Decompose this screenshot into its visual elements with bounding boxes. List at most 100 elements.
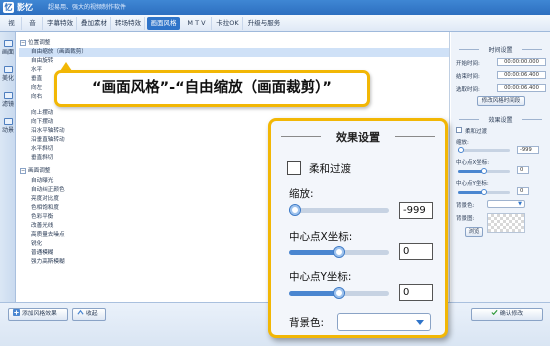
selected-time-label: 选取时间: — [456, 87, 480, 93]
center-y-slider-knob[interactable] — [481, 189, 487, 195]
zoom-soft-transition-checkbox[interactable] — [287, 161, 301, 175]
motion-icon — [3, 118, 13, 125]
soft-transition-label: 柔和过渡 — [465, 129, 488, 135]
zoom-scale-label: 缩放: — [289, 188, 314, 200]
list-item[interactable]: 普通模糊 — [31, 249, 53, 258]
zoom-bg-color-label: 背景色: — [289, 317, 325, 329]
menu-picture-style[interactable]: 画面风格 — [147, 17, 180, 30]
list-item[interactable]: 强力高斯模糊 — [31, 258, 65, 267]
list-item[interactable]: 锐化 — [31, 240, 42, 249]
menu-upgrade-service[interactable]: 升级与服务 — [244, 17, 284, 30]
time-section-title: 时间设置 — [451, 45, 550, 54]
zoom-bg-color-select[interactable] — [337, 313, 431, 331]
start-time-field[interactable]: 00:00:00.000 — [497, 58, 546, 66]
soft-transition-checkbox[interactable] — [456, 127, 462, 133]
menu-subtitle-effects[interactable]: 字幕特效 — [44, 17, 77, 30]
list-item-selected[interactable]: 自由缩放（画面裁剪） — [19, 48, 449, 57]
magnified-effect-settings: 效果设置 柔和过渡 缩放: -999 中心点X坐标: 0 中心点Y坐标: 0 背… — [268, 118, 448, 338]
list-item[interactable]: 自由旋转 — [31, 57, 53, 66]
menu-overlay-material[interactable]: 叠加素材 — [78, 17, 111, 30]
zoom-center-y-slider-knob[interactable] — [333, 287, 345, 299]
list-group-position[interactable]: − 位置调整 — [20, 39, 50, 48]
zoom-slider[interactable] — [458, 147, 510, 153]
bg-color-select[interactable]: ▼ — [487, 200, 525, 208]
tab-beautify[interactable]: 美化 — [1, 66, 15, 82]
zoom-center-x-label: 中心点X坐标: — [289, 231, 353, 243]
list-item[interactable]: 向上摆动 — [31, 109, 53, 118]
bg-image-label: 背景图: — [456, 216, 475, 222]
list-item[interactable]: 改善光线 — [31, 222, 53, 231]
list-item[interactable]: 自动纠正颜色 — [31, 186, 65, 195]
center-x-slider[interactable] — [458, 168, 510, 174]
list-item[interactable]: 色彩平衡 — [31, 213, 53, 222]
list-item[interactable]: 亮度对比度 — [31, 195, 59, 204]
tab-filter[interactable]: 滤镜 — [1, 92, 15, 108]
list-item[interactable]: 向右 — [31, 93, 42, 102]
menu-transition-effects[interactable]: 转场特效 — [112, 17, 145, 30]
selected-time-field: 00:00:06.400 — [497, 84, 546, 92]
picture-icon — [3, 40, 13, 47]
menu-audio[interactable]: 音 频 — [23, 17, 43, 40]
list-item[interactable]: 自动曝光 — [31, 177, 53, 186]
start-time-label: 开始时间: — [456, 61, 480, 67]
title-bar: 忆 影忆 超易用、强大的视频制作软件 — [0, 0, 550, 15]
zoom-center-y-slider[interactable] — [289, 287, 389, 299]
menu-karaoke[interactable]: 卡拉OK — [213, 17, 243, 30]
zoom-label: 缩放: — [456, 140, 469, 146]
zoom-center-y-slider-fill — [289, 291, 339, 296]
app-name: 影忆 — [17, 3, 33, 12]
list-group-picture-adjust[interactable]: − 画面调整 — [20, 167, 50, 176]
list-item[interactable]: 垂直 — [31, 75, 42, 84]
list-item[interactable]: 水平斜切 — [31, 145, 53, 154]
center-x-value-field[interactable]: 0 — [517, 166, 529, 174]
browse-button[interactable]: 浏览 — [465, 227, 483, 237]
logo-icon: 忆 — [3, 2, 14, 13]
center-x-slider-knob[interactable] — [481, 168, 487, 174]
zoom-value-field[interactable]: -999 — [517, 146, 539, 154]
dropdown-arrow-icon: ▼ — [518, 201, 522, 207]
add-icon — [13, 309, 20, 316]
tab-picture[interactable]: 画面 — [1, 40, 15, 56]
zoom-center-y-label: 中心点Y坐标: — [289, 271, 352, 283]
zoom-panel-title: 效果设置 — [271, 129, 445, 145]
zoom-scale-value-field[interactable]: -999 — [399, 202, 433, 219]
zoom-center-x-slider-knob[interactable] — [333, 246, 345, 258]
app-subtitle: 超易用、强大的视频制作软件 — [48, 4, 127, 11]
collapse-button[interactable]: 收起 — [72, 308, 106, 321]
modify-time-button[interactable]: 修改风格时间段 — [477, 96, 525, 106]
list-item[interactable]: 垂直斜切 — [31, 154, 53, 163]
collapse-icon — [77, 309, 84, 315]
confirm-modify-button[interactable]: 确认修改 — [471, 308, 543, 321]
menu-mtv[interactable]: M T V — [182, 17, 212, 30]
confirm-icon — [491, 309, 498, 316]
list-item[interactable]: 水平 — [31, 66, 42, 75]
list-item[interactable]: 高质量去噪点 — [31, 231, 65, 240]
bg-image-preview — [487, 213, 525, 233]
list-item[interactable]: 沿垂直轴转动 — [31, 136, 65, 145]
effect-section-title: 效果设置 — [451, 115, 550, 124]
list-item[interactable]: 向左 — [31, 84, 42, 93]
list-item[interactable]: 色相饱和度 — [31, 204, 59, 213]
zoom-scale-slider[interactable] — [289, 204, 389, 216]
zoom-center-y-value-field[interactable]: 0 — [399, 284, 433, 301]
end-time-field[interactable]: 00:00:06.400 — [497, 71, 546, 79]
dropdown-arrow-icon — [416, 320, 424, 325]
zoom-center-x-slider-fill — [289, 250, 339, 255]
callout-text: “画面风格”-“自由缩放（画面裁剪）” — [92, 80, 332, 96]
zoom-scale-slider-knob[interactable] — [289, 204, 301, 216]
settings-panel: 时间设置 开始时间: 00:00:00.000 结束时间: 00:00:06.4… — [451, 32, 550, 302]
menu-video[interactable]: 视 频 — [2, 17, 22, 40]
bg-color-label: 背景色: — [456, 203, 475, 209]
tab-motion-scene[interactable]: 动景 — [1, 118, 15, 134]
list-item[interactable]: 沿水平轴转动 — [31, 127, 65, 136]
end-time-label: 结束时间: — [456, 74, 480, 80]
zoom-center-x-slider[interactable] — [289, 246, 389, 258]
add-style-button[interactable]: 添加风格效果 — [8, 308, 68, 321]
zoom-center-x-value-field[interactable]: 0 — [399, 243, 433, 260]
zoom-slider-knob[interactable] — [458, 147, 464, 153]
center-y-slider[interactable] — [458, 189, 510, 195]
center-y-value-field[interactable]: 0 — [517, 187, 529, 195]
zoom-soft-transition-label: 柔和过渡 — [309, 163, 351, 175]
list-item[interactable]: 向下摆动 — [31, 118, 53, 127]
main-menu-bar: 视 频 音 频 字幕特效 叠加素材 转场特效 画面风格 M T V 卡拉OK 升… — [0, 15, 550, 40]
